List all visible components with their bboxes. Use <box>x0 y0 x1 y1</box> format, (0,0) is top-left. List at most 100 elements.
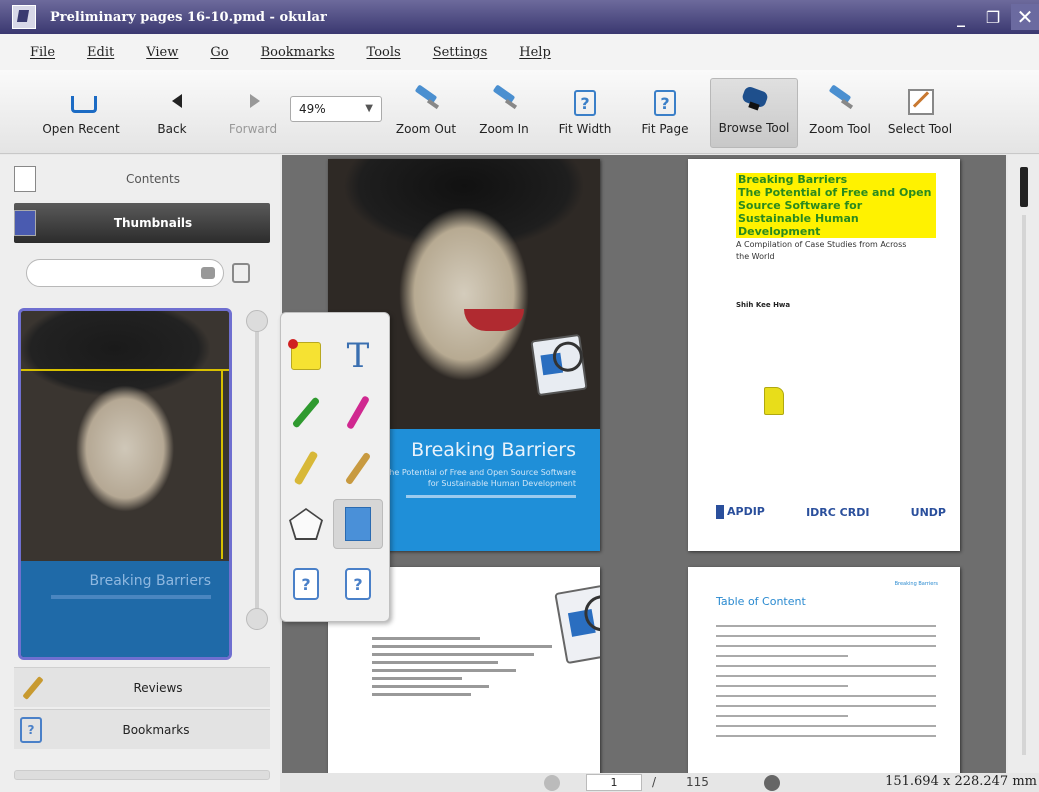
sidebar-item-bookmarks[interactable]: ? Bookmarks <box>14 709 270 749</box>
clear-search-icon[interactable] <box>201 267 215 279</box>
toc-entries <box>716 625 936 745</box>
bookmarks-label: Bookmarks <box>122 722 190 737</box>
menu-bookmarks[interactable]: Bookmarks <box>261 45 335 60</box>
visible-area-indicator-edge <box>221 369 223 559</box>
document-scroll-handle[interactable] <box>1020 167 1028 207</box>
menu-go[interactable]: Go <box>210 45 228 60</box>
filter-icon[interactable] <box>232 263 250 283</box>
browse-tool-button[interactable]: Browse Tool <box>710 78 798 148</box>
thumbnail-search-input[interactable] <box>26 259 224 287</box>
okular-app-icon[interactable] <box>12 5 36 29</box>
thumbnails-label: Thumbnails <box>113 216 193 230</box>
select-tool-label: Select Tool <box>887 122 953 136</box>
zoom-level-value: 49% <box>299 102 326 116</box>
sticky-note-icon <box>288 339 321 370</box>
annotate-help-tool-2[interactable]: ? <box>337 563 379 605</box>
annotate-highlighter-yellow-tool[interactable] <box>285 447 327 489</box>
sidebar-horizontal-scrollbar[interactable] <box>14 770 270 780</box>
annotate-inline-note-tool[interactable]: T <box>337 335 379 377</box>
pink-highlighter-icon <box>345 394 371 430</box>
window-controls: _ ❐ ✕ <box>943 4 1039 30</box>
fit-width-icon: ? <box>574 90 596 116</box>
sticky-note-annotation-icon[interactable] <box>764 387 784 415</box>
annotate-highlighter-pink-tool[interactable] <box>337 391 379 433</box>
back-arrow-icon <box>157 86 187 116</box>
select-tool-button[interactable]: Select Tool <box>880 78 960 148</box>
page-2-title: Breaking Barriers The Potential of Free … <box>688 159 960 551</box>
zoom-out-icon <box>411 86 441 116</box>
menu-file[interactable]: File <box>30 45 55 60</box>
current-page-input[interactable]: 1 <box>586 774 642 791</box>
forward-arrow-icon <box>238 86 268 116</box>
sidebar-item-contents[interactable]: Contents <box>14 159 270 199</box>
page-thumbnail[interactable]: Breaking Barriers <box>18 308 232 660</box>
menu-help[interactable]: Help <box>519 45 551 60</box>
menu-edit[interactable]: Edit <box>87 45 114 60</box>
zoom-in-label: Zoom In <box>479 122 529 136</box>
stamp-icon <box>345 507 371 541</box>
magnifier-document-icon <box>554 581 600 665</box>
contents-icon <box>14 166 36 192</box>
browse-tool-label: Browse Tool <box>718 121 790 135</box>
apdip-logo: APDIP <box>716 505 765 519</box>
visible-area-indicator <box>21 369 229 371</box>
annotate-stamp-tool[interactable] <box>333 499 383 549</box>
close-button[interactable]: ✕ <box>1011 4 1039 30</box>
thumbnail-scroll-track <box>255 310 259 630</box>
page-4-toc: Breaking Barriers Table of Content <box>688 567 960 773</box>
annotate-help-tool-1[interactable]: ? <box>285 563 327 605</box>
maximize-button[interactable]: ❐ <box>979 4 1007 30</box>
sidebar-item-thumbnails[interactable]: Thumbnails <box>14 203 270 243</box>
annotate-polygon-tool[interactable] <box>285 503 327 545</box>
status-bar: 1 / 115 151.694 x 228.247 mm <box>280 773 1039 792</box>
zoom-in-icon <box>489 86 519 116</box>
open-recent-label: Open Recent <box>42 122 120 136</box>
menu-bar: File Edit View Go Bookmarks Tools Settin… <box>0 34 1039 70</box>
annotate-freehand-green-tool[interactable] <box>285 391 327 433</box>
minimize-button[interactable]: _ <box>947 4 975 30</box>
menu-tools[interactable]: Tools <box>367 45 401 60</box>
document-view[interactable]: Breaking Barriers The Potential of Free … <box>282 155 1006 773</box>
contents-label: Contents <box>126 172 180 186</box>
open-recent-button[interactable]: Open Recent <box>36 78 126 148</box>
annotate-pop-up-note-tool[interactable] <box>285 335 327 377</box>
menu-view[interactable]: View <box>146 45 178 60</box>
fit-width-button[interactable]: ? Fit Width <box>552 78 618 148</box>
total-pages: 115 <box>686 775 709 789</box>
back-button[interactable]: Back <box>146 78 198 148</box>
document-scrollbar[interactable] <box>1008 155 1039 773</box>
zoom-in-button[interactable]: Zoom In <box>472 78 536 148</box>
cover-title: Breaking Barriers <box>411 439 576 461</box>
thumbnails-icon <box>14 210 36 236</box>
annotate-underline-tool[interactable] <box>337 447 379 489</box>
zoom-level-select[interactable]: 49% ▼ <box>290 96 382 122</box>
thumbnail-cover-band: Breaking Barriers <box>21 561 229 657</box>
select-tool-icon <box>905 86 935 116</box>
polygon-icon <box>289 508 323 540</box>
fit-page-label: Fit Page <box>641 122 689 136</box>
sidebar-item-reviews[interactable]: Reviews <box>14 667 270 707</box>
thumbnail-cover-subtitle-line <box>51 595 211 599</box>
zoom-tool-label: Zoom Tool <box>809 122 871 136</box>
text-icon: T <box>346 336 370 376</box>
thumbnail-cover-title: Breaking Barriers <box>89 573 211 589</box>
highlighted-heading: Breaking Barriers The Potential of Free … <box>736 173 936 238</box>
bookmark-icon: ? <box>20 716 42 743</box>
forward-button[interactable]: Forward <box>224 78 282 148</box>
toc-title: Table of Content <box>716 595 806 608</box>
thumbnail-scrollbar[interactable] <box>246 310 268 650</box>
page-separator: / <box>652 775 657 789</box>
thumbnail-scroll-end[interactable] <box>246 608 268 630</box>
previous-page-icon[interactable] <box>544 775 560 791</box>
compilation-subtitle: A Compilation of Case Studies from Acros… <box>736 240 907 261</box>
zoom-tool-button[interactable]: Zoom Tool <box>804 78 876 148</box>
next-page-icon[interactable] <box>764 775 780 791</box>
underline-pen-icon <box>344 451 372 485</box>
thumbnail-scroll-handle[interactable] <box>246 310 268 332</box>
yellow-highlighter-icon <box>293 450 319 486</box>
fit-page-button[interactable]: ? Fit Page <box>632 78 698 148</box>
menu-settings[interactable]: Settings <box>433 45 488 60</box>
question-mark-icon: ? <box>293 568 319 600</box>
zoom-out-button[interactable]: Zoom Out <box>390 78 462 148</box>
cover-subtitle-line <box>406 495 576 498</box>
